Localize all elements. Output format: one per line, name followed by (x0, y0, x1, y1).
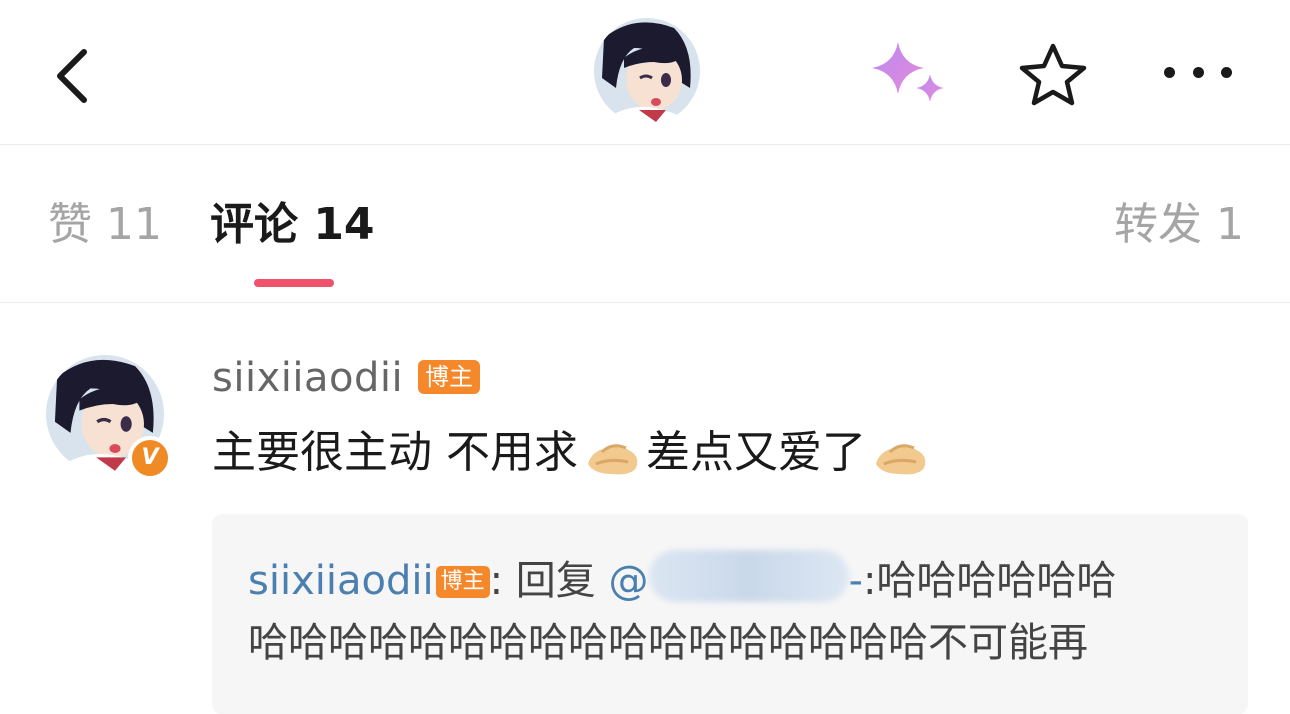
reply-thread[interactable]: siixiiaodii 博主: 回复 @ -:哈哈哈哈哈哈 哈哈哈哈哈哈哈哈哈哈哈哈… (212, 514, 1248, 714)
anime-girl-avatar (594, 18, 700, 124)
comment-username[interactable]: siixiiaodii (212, 352, 403, 404)
star-outline-icon (1019, 43, 1087, 106)
reply-mention-tail[interactable]: - (849, 558, 863, 604)
sparkle-icon (872, 42, 944, 102)
reply-prefix: : 回复 (489, 558, 609, 604)
back-button[interactable] (44, 40, 100, 112)
more-options-button[interactable] (1164, 52, 1232, 92)
top-bar (0, 0, 1290, 145)
chevron-left-icon (57, 49, 87, 103)
reply-author-badge: 博主 (435, 566, 490, 598)
reply-text-line2: 哈哈哈哈哈哈哈哈哈哈哈哈哈哈哈哈哈不可能再 (248, 620, 1088, 666)
comment-text-part1: 主要很主动 不用求 (212, 427, 578, 478)
comment-text: 主要很主动 不用求 差点又爱了 (212, 424, 934, 482)
favorite-button[interactable] (1018, 42, 1088, 106)
more-horizontal-icon (1164, 66, 1175, 78)
tab-likes[interactable]: 赞 11 (48, 197, 162, 253)
reply-line: siixiiaodii 博主: 回复 @ -:哈哈哈哈哈哈 (248, 550, 1116, 610)
reply-username[interactable]: siixiiaodii (248, 558, 434, 604)
ai-sparkle-button[interactable] (866, 38, 950, 110)
tab-comments[interactable]: 评论 14 (210, 197, 375, 253)
tab-bar: 赞 11 评论 14 转发 1 (0, 145, 1290, 303)
author-avatar[interactable] (594, 18, 700, 124)
pinched-hands-emoji (588, 444, 638, 475)
more-dot (1192, 66, 1204, 78)
reply-text-line1: :哈哈哈哈哈哈 (862, 558, 1117, 604)
author-badge: 博主 (418, 360, 480, 394)
more-dot (1221, 66, 1232, 78)
active-tab-indicator (254, 279, 334, 287)
verified-badge: V (128, 436, 172, 480)
pinched-hands-emoji (876, 444, 926, 475)
blurred-mention (648, 550, 849, 602)
tab-reposts[interactable]: 转发 1 (1114, 197, 1244, 253)
reply-mention-at[interactable]: @ (609, 558, 649, 604)
comment-text-part2: 差点又爱了 (646, 427, 866, 478)
